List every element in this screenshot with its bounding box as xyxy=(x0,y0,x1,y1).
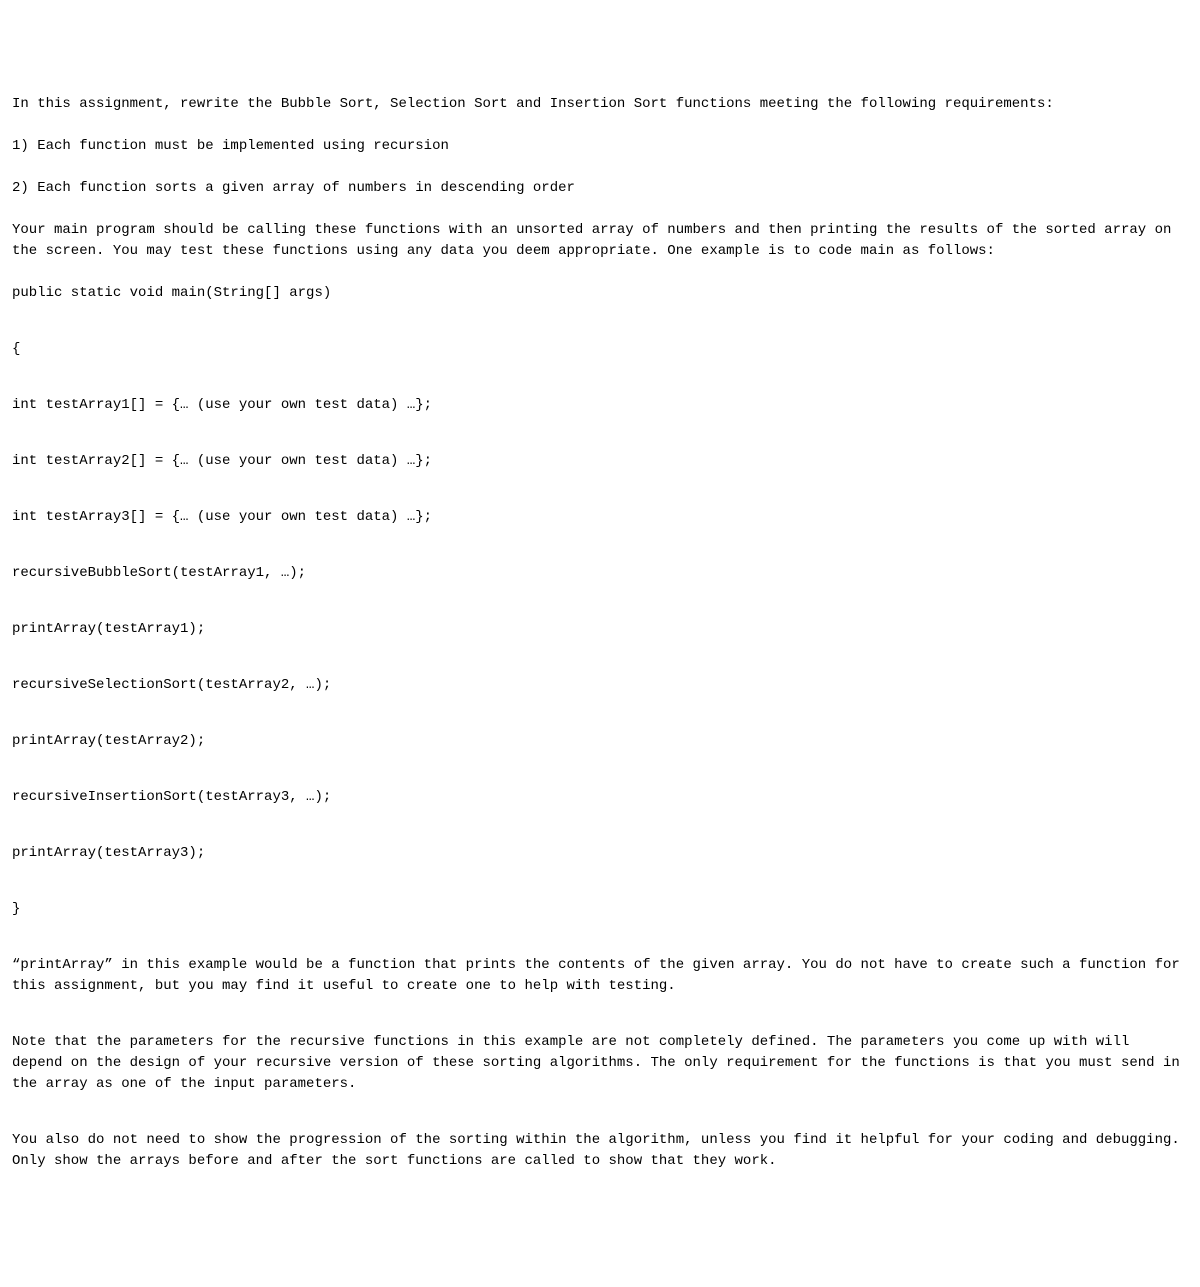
code-open-brace: { xyxy=(12,339,1188,360)
intro-line-4: Your main program should be calling thes… xyxy=(12,220,1188,262)
code-print1: printArray(testArray1); xyxy=(12,619,1188,640)
code-print2: printArray(testArray2); xyxy=(12,731,1188,752)
intro-line-2: 1) Each function must be implemented usi… xyxy=(12,136,1188,157)
notes-para-1: “printArray” in this example would be a … xyxy=(12,955,1188,997)
code-close-brace: } xyxy=(12,899,1188,920)
intro-line-5: public static void main(String[] args) xyxy=(12,283,1188,304)
code-bubble-call: recursiveBubbleSort(testArray1, …); xyxy=(12,563,1188,584)
intro-line-1: In this assignment, rewrite the Bubble S… xyxy=(12,94,1188,115)
notes-para-2: Note that the parameters for the recursi… xyxy=(12,1032,1188,1095)
notes-para-3: You also do not need to show the progres… xyxy=(12,1130,1188,1172)
intro-line-3: 2) Each function sorts a given array of … xyxy=(12,178,1188,199)
code-print3: printArray(testArray3); xyxy=(12,843,1188,864)
code-testarray2: int testArray2[] = {… (use your own test… xyxy=(12,451,1188,472)
code-testarray3: int testArray3[] = {… (use your own test… xyxy=(12,507,1188,528)
code-insertion-call: recursiveInsertionSort(testArray3, …); xyxy=(12,787,1188,808)
code-selection-call: recursiveSelectionSort(testArray2, …); xyxy=(12,675,1188,696)
code-testarray1: int testArray1[] = {… (use your own test… xyxy=(12,395,1188,416)
